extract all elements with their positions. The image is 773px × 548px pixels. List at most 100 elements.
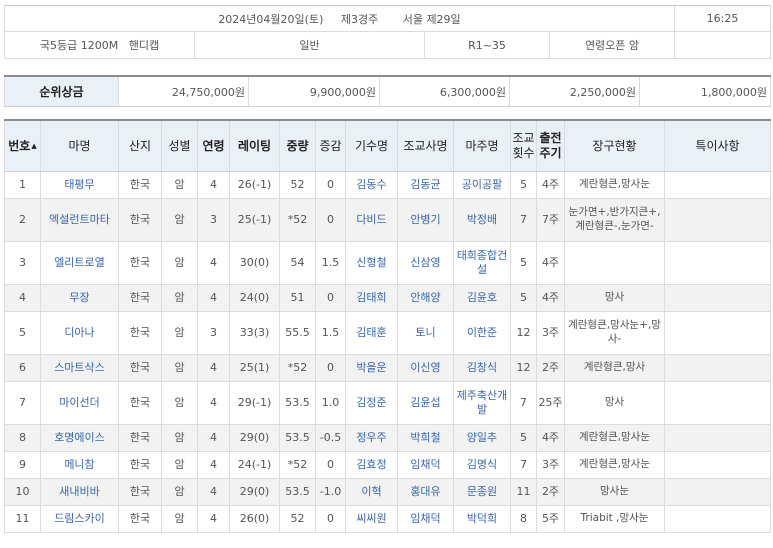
cell-train-count: 5 — [510, 171, 537, 199]
col-header-owner[interactable]: 마주명 — [453, 119, 511, 172]
col-header-cycle[interactable]: 출전 주기 — [536, 119, 565, 172]
table-row: 8 호명에이스 한국 암 4 29(0) 53.5 -0.5 정우주 박희철 양일추 5 4주 계란형큰,… — [4, 424, 771, 452]
cell-age: 4 — [197, 381, 230, 425]
cell-rating: 33(3) — [229, 311, 280, 355]
cell-sex: 암 — [161, 311, 198, 355]
cell-trainer: 박희철 — [397, 424, 454, 452]
horse-name-link[interactable]: 엘리트로열 — [54, 256, 105, 269]
cell-no: 3 — [4, 241, 41, 285]
jockey-link[interactable]: 신형철 — [356, 256, 386, 269]
col-header-weight[interactable]: 중량 — [279, 119, 316, 172]
owner-link[interactable]: 양일추 — [467, 431, 497, 444]
horse-name-link[interactable]: 무장 — [69, 291, 89, 304]
cell-no: 5 — [4, 311, 41, 355]
cell-horse-name: 드림스카이 — [40, 505, 119, 533]
horse-name-link[interactable]: 호명에이스 — [54, 431, 105, 444]
horse-name-link[interactable]: 드림스카이 — [54, 512, 105, 525]
trainer-link[interactable]: 김윤섭 — [410, 396, 440, 409]
owner-link[interactable]: 이한준 — [467, 326, 497, 339]
trainer-link[interactable]: 박희철 — [410, 431, 440, 444]
trainer-link[interactable]: 이신영 — [410, 361, 440, 374]
owner-link[interactable]: 박덕희 — [467, 512, 497, 525]
cell-cycle: 4주 — [536, 284, 565, 312]
horse-name-link[interactable]: 새내비바 — [59, 485, 99, 498]
jockey-link[interactable]: 김태희 — [356, 291, 386, 304]
cell-gear: 계란형큰,망사 — [564, 354, 665, 382]
cell-weight: 53.5 — [279, 381, 316, 425]
jockey-link[interactable]: 정우주 — [356, 431, 386, 444]
trainer-link[interactable]: 토니 — [415, 326, 435, 339]
horse-name-link[interactable]: 디아나 — [64, 326, 94, 339]
prize-1st: 24,750,000원 — [118, 75, 249, 107]
col-header-train-count[interactable]: 조교 횟수 — [510, 119, 537, 172]
col-header-sex[interactable]: 성별 — [161, 119, 198, 172]
cell-train-count: 11 — [510, 478, 537, 506]
trainer-link[interactable]: 홍대유 — [410, 485, 440, 498]
trainer-link[interactable]: 안해양 — [410, 291, 440, 304]
horse-name-link[interactable]: 스마트삭스 — [54, 361, 105, 374]
table-row: 2 엑설런트마타 한국 암 3 25(-1) *52 0 다비드 안병기 박정배 7 7주 눈가면+,반가… — [4, 198, 771, 242]
owner-link[interactable]: 박정배 — [467, 213, 497, 226]
owner-link[interactable]: 태희종합건설 — [457, 249, 508, 276]
col-header-jockey[interactable]: 기수명 — [345, 119, 398, 172]
col-header-gear[interactable]: 장구현황 — [564, 119, 665, 172]
col-header-no[interactable]: 번호▲ — [4, 119, 41, 172]
sort-asc-icon[interactable]: ▲ — [31, 142, 36, 150]
owner-link[interactable]: 문종원 — [467, 485, 497, 498]
jockey-link[interactable]: 씨씨원 — [356, 512, 386, 525]
cell-origin: 한국 — [118, 198, 162, 242]
jockey-link[interactable]: 다비드 — [356, 213, 386, 226]
cell-rating: 29(-1) — [229, 381, 280, 425]
race-rating: R1~35 — [424, 31, 550, 59]
prize-table: 순위상금 24,750,000원 9,900,000원 6,300,000원 2… — [4, 75, 771, 107]
horse-name-link[interactable]: 엑설런트마타 — [49, 213, 110, 226]
cell-horse-name: 엘리트로열 — [40, 241, 119, 285]
cell-train-count: 12 — [510, 354, 537, 382]
owner-link[interactable]: 김창식 — [467, 361, 497, 374]
jockey-link[interactable]: 김동수 — [356, 178, 386, 191]
cell-train-count: 5 — [510, 424, 537, 452]
col-header-notes[interactable]: 특이사항 — [664, 119, 771, 172]
cell-horse-name: 태평무 — [40, 171, 119, 199]
prize-4th: 2,250,000원 — [509, 75, 640, 107]
trainer-link[interactable]: 안병기 — [410, 213, 440, 226]
race-info-empty — [674, 31, 771, 59]
owner-link[interactable]: 공이공팔 — [462, 178, 502, 191]
cell-age: 4 — [197, 354, 230, 382]
cell-notes — [664, 311, 771, 355]
cell-horse-name: 호명에이스 — [40, 424, 119, 452]
cell-sex: 암 — [161, 284, 198, 312]
jockey-link[interactable]: 김태훈 — [356, 326, 386, 339]
trainer-link[interactable]: 임채덕 — [410, 512, 440, 525]
cell-cycle: 25주 — [536, 381, 565, 425]
col-header-origin[interactable]: 산지 — [118, 119, 162, 172]
jockey-link[interactable]: 박을운 — [356, 361, 386, 374]
cell-origin: 한국 — [118, 451, 162, 479]
cell-age: 3 — [197, 311, 230, 355]
owner-link[interactable]: 김명식 — [467, 458, 497, 471]
col-header-rating[interactable]: 레이팅 — [229, 119, 280, 172]
race-title-cell: 2024년04월20일(토) 제3경주 서울 제29일 — [4, 5, 675, 32]
cell-rating: 29(0) — [229, 478, 280, 506]
trainer-link[interactable]: 임채덕 — [410, 458, 440, 471]
col-header-trainer[interactable]: 조교사명 — [397, 119, 454, 172]
cell-train-count: 7 — [510, 198, 537, 242]
col-header-change[interactable]: 증감 — [315, 119, 346, 172]
cell-rating: 25(1) — [229, 354, 280, 382]
trainer-link[interactable]: 신삼영 — [410, 256, 440, 269]
prize-5th: 1,800,000원 — [639, 75, 771, 107]
col-header-age[interactable]: 연령 — [197, 119, 230, 172]
horse-name-link[interactable]: 메니참 — [64, 458, 94, 471]
cell-rating: 24(0) — [229, 284, 280, 312]
horse-name-link[interactable]: 태평무 — [64, 178, 94, 191]
owner-link[interactable]: 제주축산개발 — [457, 389, 508, 416]
horse-name-link[interactable]: 마이선더 — [59, 396, 99, 409]
col-header-horse[interactable]: 마명 — [40, 119, 119, 172]
jockey-link[interactable]: 이혁 — [361, 485, 381, 498]
jockey-link[interactable]: 김효정 — [356, 458, 386, 471]
jockey-link[interactable]: 김정준 — [356, 396, 386, 409]
owner-link[interactable]: 김윤호 — [467, 291, 497, 304]
cell-no: 11 — [4, 505, 41, 533]
cell-jockey: 이혁 — [345, 478, 398, 506]
trainer-link[interactable]: 김동균 — [410, 178, 440, 191]
